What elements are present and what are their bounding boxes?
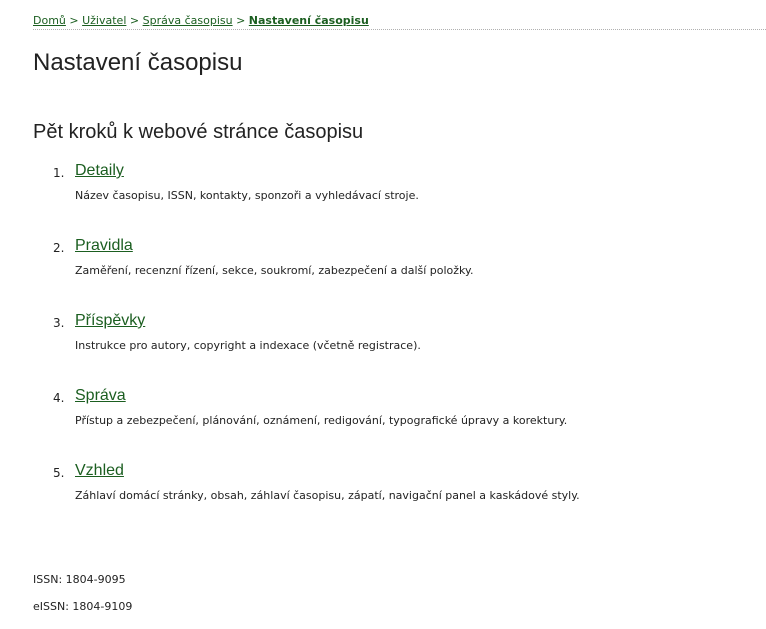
step-number: 1.: [53, 166, 65, 180]
step-link-policies[interactable]: Pravidla: [75, 235, 133, 257]
step-link-management[interactable]: Správa: [75, 385, 126, 407]
step-item-submissions: 3. Příspěvky Instrukce pro autory, copyr…: [0, 308, 766, 383]
step-description: Instrukce pro autory, copyright a indexa…: [75, 339, 421, 352]
breadcrumb-journal-management-link[interactable]: Správa časopisu: [143, 14, 233, 27]
section-title: Pět kroků k webové stránce časopisu: [33, 121, 364, 143]
breadcrumb-user-link[interactable]: Uživatel: [82, 14, 126, 27]
step-description: Zaměření, recenzní řízení, sekce, soukro…: [75, 264, 474, 277]
step-description: Záhlaví domácí stránky, obsah, záhlaví č…: [75, 489, 580, 502]
step-number: 5.: [53, 466, 65, 480]
breadcrumb-home-link[interactable]: Domů: [33, 14, 66, 27]
step-number: 3.: [53, 316, 65, 330]
step-item-look: 5. Vzhled Záhlaví domácí stránky, obsah,…: [0, 458, 766, 533]
eissn-text: eISSN: 1804-9109: [33, 600, 133, 613]
step-link-submissions[interactable]: Příspěvky: [75, 310, 145, 332]
breadcrumb-separator: >: [236, 14, 246, 27]
step-description: Název časopisu, ISSN, kontakty, sponzoři…: [75, 189, 419, 202]
step-item-management: 4. Správa Přístup a zebezpečení, plánová…: [0, 383, 766, 458]
step-description: Přístup a zebezpečení, plánování, oznáme…: [75, 414, 568, 427]
step-number: 2.: [53, 241, 65, 255]
step-number: 4.: [53, 391, 65, 405]
step-link-look[interactable]: Vzhled: [75, 460, 124, 482]
issn-text: ISSN: 1804-9095: [33, 573, 126, 586]
step-item-details: 1. Detaily Název časopisu, ISSN, kontakt…: [0, 158, 766, 233]
breadcrumb-current-link[interactable]: Nastavení časopisu: [249, 14, 369, 27]
step-item-policies: 2. Pravidla Zaměření, recenzní řízení, s…: [0, 233, 766, 308]
step-link-details[interactable]: Detaily: [75, 160, 124, 182]
page: Domů > Uživatel > Správa časopisu > Nast…: [0, 0, 766, 629]
page-title: Nastavení časopisu: [33, 49, 243, 76]
setup-steps-list: 1. Detaily Název časopisu, ISSN, kontakt…: [0, 158, 766, 533]
breadcrumb: Domů > Uživatel > Správa časopisu > Nast…: [33, 14, 766, 30]
breadcrumb-separator: >: [69, 14, 79, 27]
breadcrumb-separator: >: [129, 14, 140, 27]
